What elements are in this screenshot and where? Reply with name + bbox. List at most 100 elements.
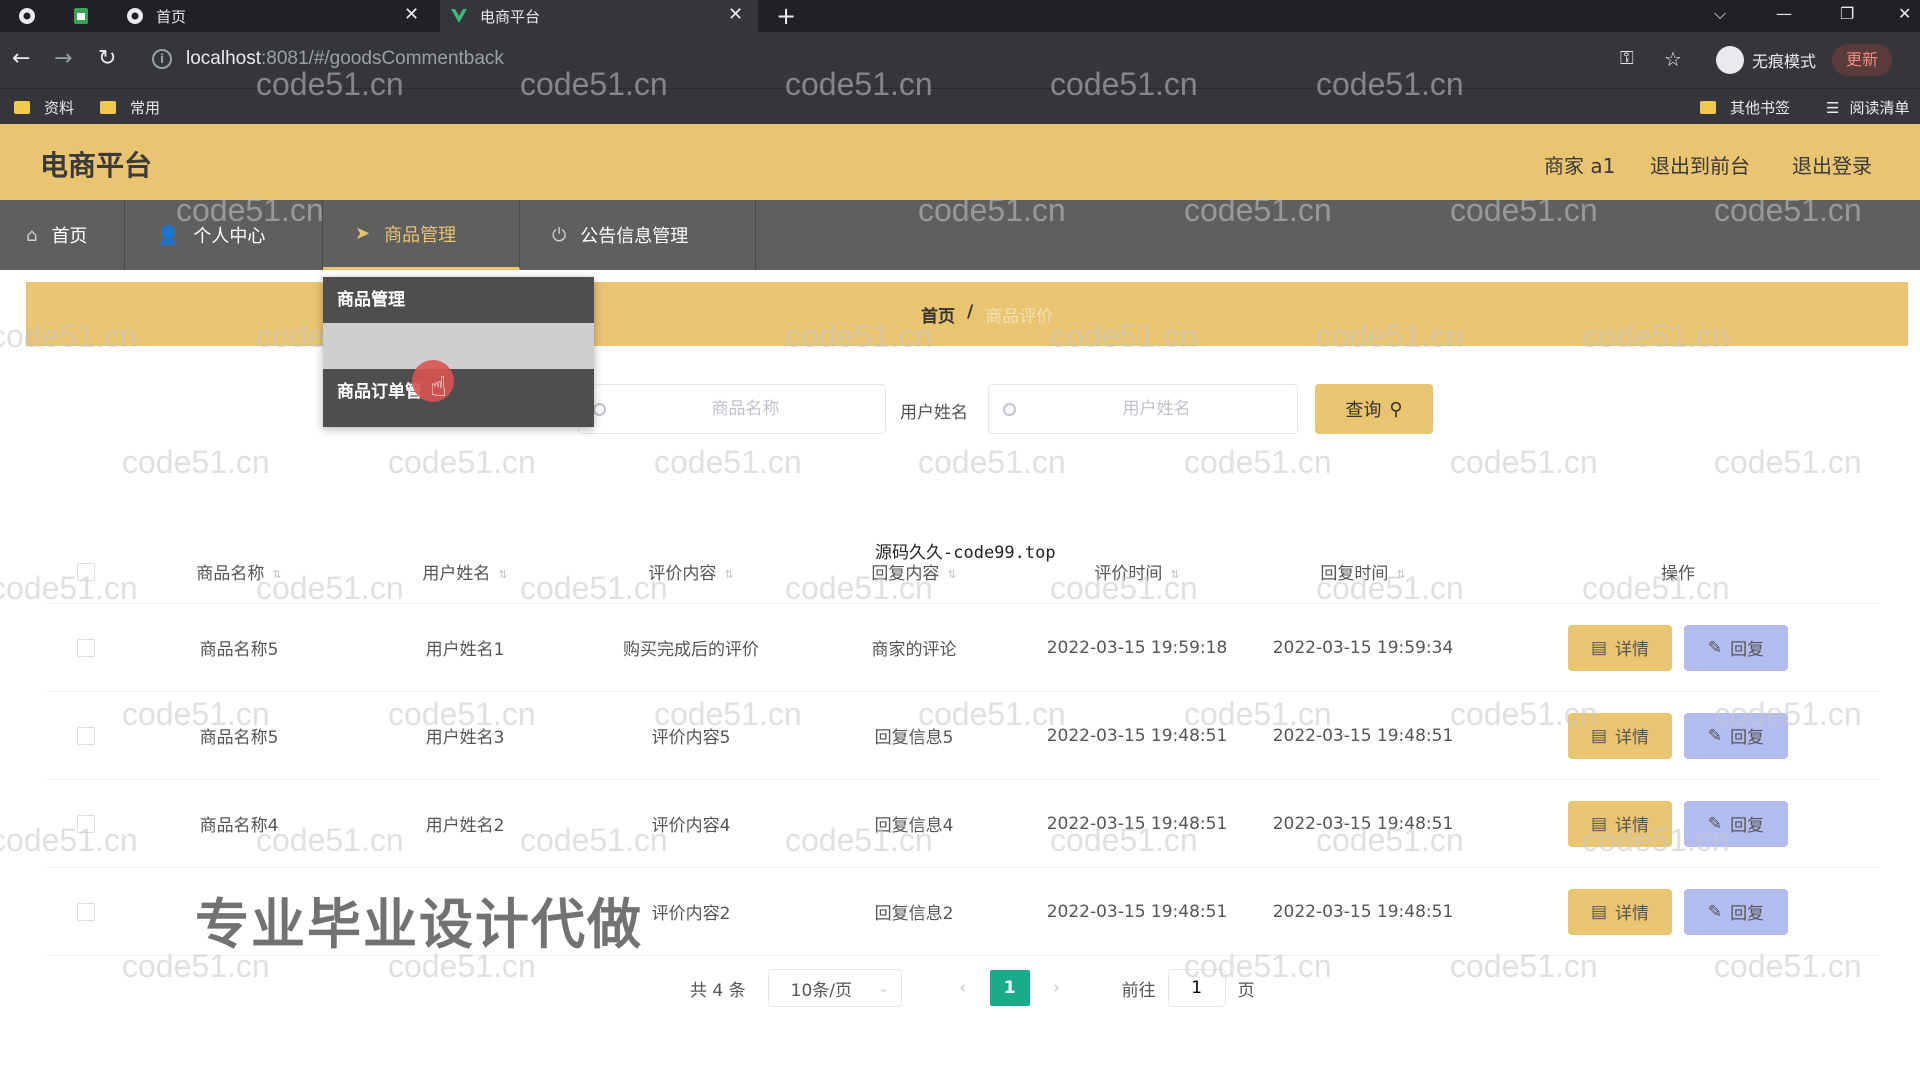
- nav-item-announcement[interactable]: ⏻ 公告信息管理: [520, 200, 756, 270]
- cell-reply-time: 2022-03-15 19:48:51: [1272, 813, 1454, 834]
- column-header[interactable]: 商品名称 ⇅: [126, 559, 352, 584]
- select-all-checkbox[interactable]: [77, 562, 95, 581]
- close-icon[interactable]: ✕: [728, 4, 743, 25]
- column-header[interactable]: 回复时间 ⇅: [1250, 559, 1476, 584]
- brand-title: 电商平台: [40, 149, 153, 182]
- cell-user-name: 用户姓名2: [425, 816, 505, 836]
- breadcrumb: 首页 / 商品评价: [921, 302, 1053, 327]
- back-arrow-icon[interactable]: ←: [12, 46, 30, 71]
- watermark: code51.cn: [1450, 444, 1598, 480]
- row-checkbox[interactable]: [77, 638, 95, 657]
- table-row: 商品名称5 用户姓名3 评价内容5 回复信息5 2022-03-15 19:48…: [46, 692, 1880, 780]
- goto-label: 前往: [1121, 980, 1156, 1001]
- dropdown-item-goods-management[interactable]: 商品管理: [323, 277, 594, 323]
- cell-comment: 购买完成后的评价: [623, 640, 759, 660]
- sheets-tab-icon[interactable]: [72, 0, 102, 32]
- site-info-icon[interactable]: i: [152, 49, 172, 69]
- row-checkbox[interactable]: [77, 902, 95, 921]
- user-name-input[interactable]: [1016, 399, 1297, 419]
- chevron-down-icon[interactable]: ⌵: [1714, 4, 1726, 24]
- vue-icon: [450, 7, 468, 25]
- breadcrumb-current: 商品评价: [985, 307, 1054, 327]
- reply-button[interactable]: ✎ 回复: [1684, 624, 1788, 671]
- sort-icon[interactable]: ⇅: [1396, 568, 1405, 581]
- page-size-select[interactable]: 10条/页 ⌄: [767, 969, 902, 1007]
- reply-button[interactable]: ✎ 回复: [1684, 800, 1788, 847]
- query-button[interactable]: 查询 ⚲: [1315, 384, 1433, 434]
- star-icon[interactable]: ☆: [1664, 47, 1682, 71]
- bookmark-folder[interactable]: 常用: [100, 97, 160, 118]
- dropdown-item-goods-order[interactable]: 商品订单管: [323, 369, 594, 415]
- detail-button[interactable]: ▤ 详情: [1568, 712, 1672, 759]
- bookmark-folder[interactable]: 资料: [14, 97, 74, 118]
- nav-item-home[interactable]: ⌂ 首页: [0, 200, 125, 270]
- row-checkbox[interactable]: [77, 726, 95, 745]
- bookmark-label: 资料: [44, 99, 75, 117]
- reply-label: 回复: [1730, 816, 1765, 835]
- detail-button[interactable]: ▤ 详情: [1568, 624, 1672, 671]
- nav-label: 商品管理: [384, 224, 457, 246]
- restore-icon[interactable]: ❐: [1840, 4, 1854, 23]
- sort-icon[interactable]: ⇅: [498, 568, 507, 581]
- prev-page-icon[interactable]: ‹: [948, 978, 978, 998]
- column-header[interactable]: 评价时间 ⇅: [1024, 559, 1250, 584]
- sort-icon[interactable]: ⇅: [724, 568, 733, 581]
- reload-icon[interactable]: ↻: [98, 46, 116, 71]
- cell-comment: 评价内容4: [651, 816, 731, 836]
- close-icon[interactable]: ✕: [404, 4, 419, 25]
- edit-icon: ✎: [1707, 637, 1723, 657]
- page-number-current[interactable]: 1: [989, 970, 1030, 1006]
- close-window-icon[interactable]: ✕: [1898, 4, 1911, 23]
- update-button[interactable]: 更新: [1832, 44, 1893, 76]
- row-checkbox[interactable]: [77, 814, 95, 833]
- home-icon: ⌂: [26, 224, 38, 246]
- goods-name-input[interactable]: [606, 399, 885, 419]
- logout-link[interactable]: 退出登录: [1792, 150, 1872, 179]
- column-header[interactable]: 评价内容 ⇅: [578, 559, 804, 584]
- cell-reply: 回复信息5: [874, 728, 954, 748]
- cell-goods-name: 商品名称5: [199, 640, 279, 660]
- browser-tabbar: 首页 ✕ 电商平台 ✕ + ⌵ — ❐ ✕: [0, 0, 1920, 32]
- detail-button[interactable]: ▤ 详情: [1568, 888, 1672, 935]
- reply-button[interactable]: ✎ 回复: [1684, 888, 1788, 935]
- user-name-search-field[interactable]: [988, 384, 1298, 434]
- column-header[interactable]: 用户姓名 ⇅: [352, 559, 578, 584]
- goto-page-input[interactable]: [1167, 969, 1226, 1007]
- to-front-link[interactable]: 退出到前台: [1650, 150, 1750, 179]
- tab-ecommerce[interactable]: 电商平台 ✕: [440, 0, 758, 32]
- watermark: code51.cn: [654, 444, 802, 480]
- new-tab-plus-icon[interactable]: +: [776, 2, 796, 30]
- edit-icon: ✎: [1707, 725, 1723, 745]
- breadcrumb-home[interactable]: 首页: [921, 302, 955, 327]
- forward-arrow-icon[interactable]: →: [54, 46, 72, 71]
- minimize-icon[interactable]: —: [1776, 4, 1792, 23]
- key-icon[interactable]: ⚿: [1620, 48, 1634, 69]
- sort-icon[interactable]: ⇅: [947, 568, 956, 581]
- next-page-icon[interactable]: ›: [1042, 978, 1072, 998]
- dropdown-item-goods-comment[interactable]: [323, 323, 594, 369]
- watermark: code51.cn: [918, 444, 1066, 480]
- sort-icon[interactable]: ⇅: [272, 568, 281, 581]
- goods-name-search-field[interactable]: [578, 384, 886, 434]
- detail-label: 详情: [1615, 640, 1650, 659]
- main-nav: ⌂ 首页 👤 个人中心 ➤ 商品管理 ⏻ 公告信息管理: [0, 200, 1920, 270]
- cell-comment-time: 2022-03-15 19:48:51: [1046, 813, 1228, 834]
- send-icon: ➤: [355, 223, 371, 244]
- column-title: 评价内容: [648, 564, 717, 584]
- sort-icon[interactable]: ⇅: [1170, 568, 1179, 581]
- nav-item-goods-management[interactable]: ➤ 商品管理: [323, 200, 520, 270]
- bookmark-label: 阅读清单: [1849, 99, 1910, 117]
- detail-button[interactable]: ▤ 详情: [1568, 800, 1672, 847]
- reply-button[interactable]: ✎ 回复: [1684, 712, 1788, 759]
- table-row: 商品名称4 用户姓名2 评价内容4 回复信息4 2022-03-15 19:48…: [46, 780, 1880, 868]
- folder-icon: [14, 101, 30, 114]
- incognito-badge[interactable]: 无痕模式: [1716, 46, 1816, 74]
- url-field[interactable]: localhost:8081/#/goodsCommentback: [186, 48, 504, 70]
- chevron-down-icon: ⌄: [878, 981, 889, 995]
- bookmark-label: 其他书签: [1730, 99, 1791, 117]
- bookmark-folder-other[interactable]: 其他书签: [1700, 97, 1790, 118]
- nav-item-personal-center[interactable]: 👤 个人中心: [125, 200, 323, 270]
- overlay-source-text: 源码久久-code99.top: [875, 543, 1056, 563]
- tab-home[interactable]: 首页 ✕: [124, 0, 430, 32]
- reading-list[interactable]: ☰ 阅读清单: [1826, 97, 1909, 118]
